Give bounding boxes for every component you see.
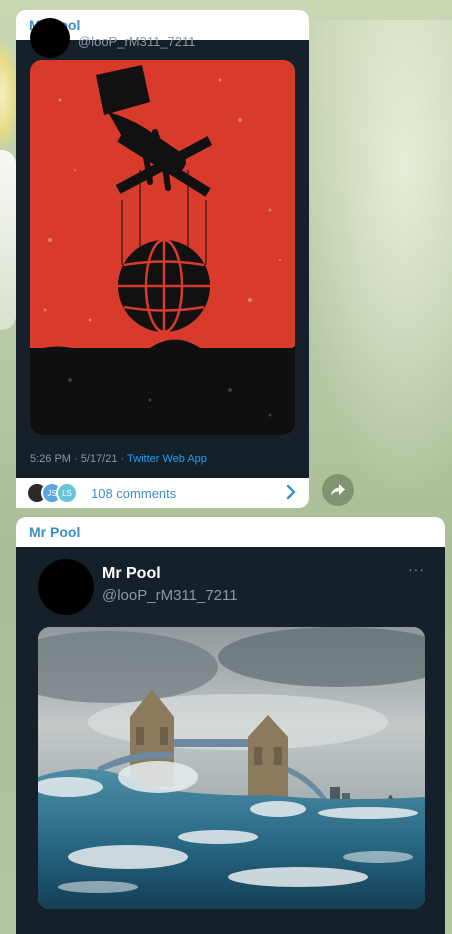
tweet-handle: @looP_rM311_7211 bbox=[78, 34, 196, 49]
share-button[interactable] bbox=[322, 474, 354, 506]
tweet-meta: 5:26 PM · 5/17/21 · Twitter Web App bbox=[30, 453, 207, 465]
share-arrow-icon bbox=[331, 484, 345, 496]
sender-name[interactable]: Mr Pool bbox=[16, 517, 445, 547]
tweet-image-flooded-bridge[interactable] bbox=[38, 627, 425, 909]
tweet-embed[interactable]: Mr Pool @looP_rM311_7211 ··· bbox=[16, 547, 445, 934]
tweet-handle: @looP_rM311_7211 bbox=[102, 587, 238, 604]
tweet-timestamp: 5:26 PM · 5/17/21 · bbox=[30, 453, 128, 465]
comments-bar[interactable]: JS LS 108 comments bbox=[16, 478, 309, 508]
commenter-avatar: LS bbox=[56, 482, 78, 504]
comments-count[interactable]: 108 comments bbox=[91, 486, 176, 501]
flooded-bridge-photo bbox=[38, 627, 425, 909]
wallpaper-glow bbox=[292, 20, 452, 500]
message-bubble[interactable]: Mr Pool @looP_rM311_7211 bbox=[16, 10, 309, 508]
tweet-avatar bbox=[38, 559, 94, 615]
tweet-app-link[interactable]: Twitter Web App bbox=[127, 453, 207, 465]
tweet-embed[interactable]: @looP_rM311_7211 5:26 PM · 5/17/21 · Twi… bbox=[16, 18, 309, 478]
tweet-author-name: Mr Pool bbox=[102, 565, 161, 582]
chevron-right-icon[interactable] bbox=[285, 484, 297, 505]
more-icon[interactable]: ··· bbox=[408, 561, 425, 577]
tweet-image-puppet-globe[interactable] bbox=[30, 60, 295, 435]
tweet-avatar bbox=[30, 18, 70, 58]
wallpaper-petal bbox=[0, 150, 16, 330]
message-bubble[interactable]: Mr Pool Mr Pool @looP_rM311_7211 ··· bbox=[16, 517, 445, 934]
puppet-globe-illustration bbox=[30, 60, 295, 435]
